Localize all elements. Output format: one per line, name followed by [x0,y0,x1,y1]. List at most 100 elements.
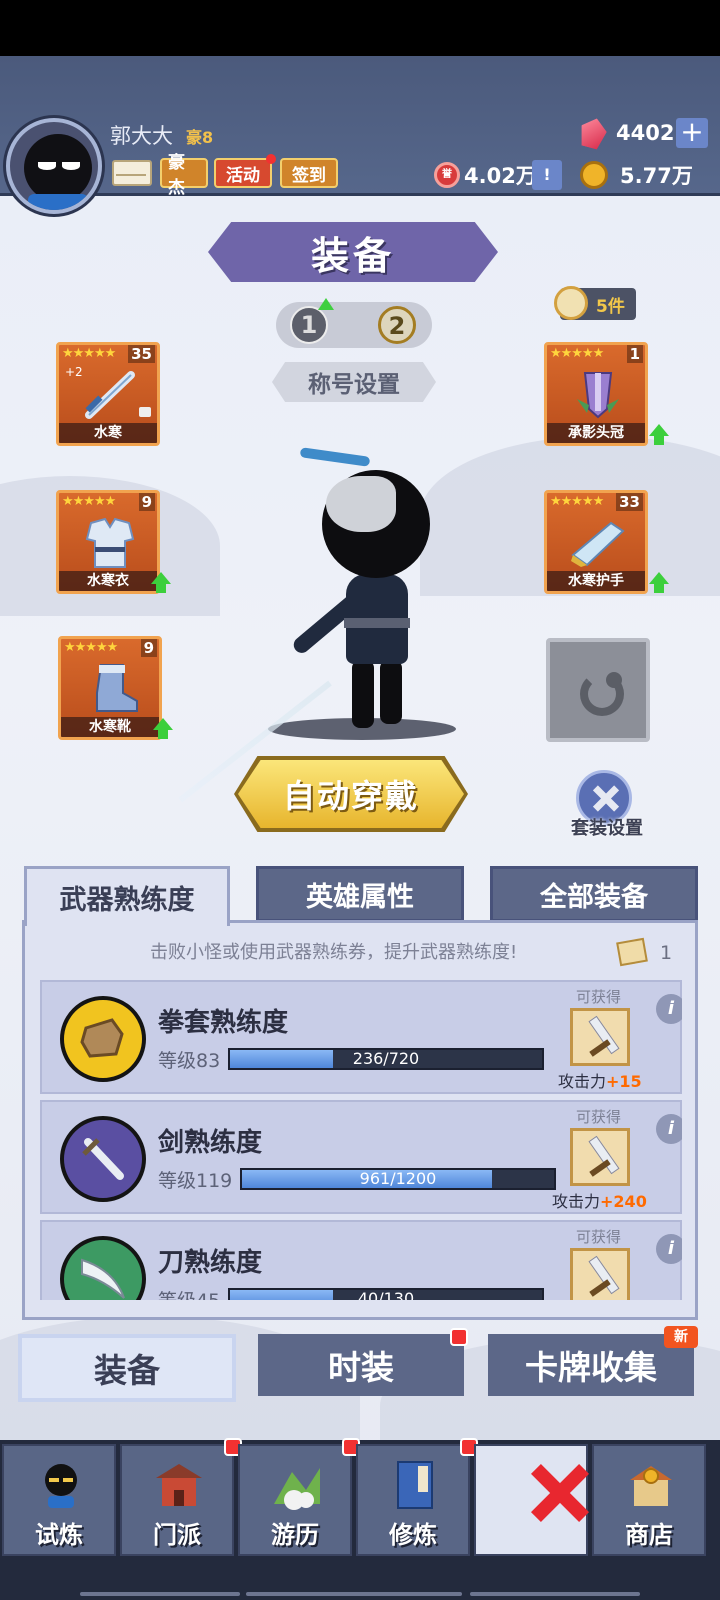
upgrade-arrow-icon [152,718,174,740]
tab-hero-attributes[interactable]: 英雄属性 [256,866,464,922]
set-count-badge[interactable]: 5件 [554,286,636,320]
progress-text: 236/720 [352,1049,420,1068]
list-item: 剑熟练度 等级119 961/1200 可获得 攻击力+240 i [40,1100,682,1214]
upgrade-arrow-icon [318,298,334,310]
checkin-button[interactable]: 签到 [280,158,338,188]
nav-close[interactable] [474,1444,588,1556]
proficiency-title: 剑熟练度 [158,1128,263,1158]
progress-text: 40/130 [357,1289,415,1300]
sword-icon [60,1116,146,1202]
coin-counter: 5.77万 [580,160,693,190]
nav-trial[interactable]: 试炼 [2,1444,116,1556]
equip-slot-armor[interactable]: ★★★★★ 9 水寒衣 [56,490,160,594]
progress-text: 961/1200 [359,1169,437,1188]
available-label: 可获得 [576,1108,622,1126]
close-icon [530,1462,590,1522]
mail-icon[interactable] [112,160,152,186]
available-label: 可获得 [576,988,622,1006]
item-name: 水寒靴 [61,717,159,737]
proficiency-list[interactable]: 拳套熟练度 等级83 236/720 可获得 攻击力+15 i 剑熟练度 等级1… [40,980,682,1300]
subtab-equipment[interactable]: 装备 [18,1334,236,1402]
mountain-icon [274,1468,320,1510]
upgrade-arrow-icon [648,424,670,446]
nav-travel[interactable]: 游历 [238,1444,352,1556]
gem-icon [577,115,610,151]
sword-icon [85,371,135,419]
set-settings-label[interactable]: 套装设置 [562,814,652,840]
nav-cultivate[interactable]: 修炼 [356,1444,470,1556]
boot-icon [96,664,138,712]
ticket-count: 1 [660,942,673,964]
tab-weapon-proficiency[interactable]: 武器熟练度 [24,866,230,926]
coin-amount: 5.77万 [620,164,693,188]
nav-label: 商店 [625,1521,673,1549]
list-item: 拳套熟练度 等级83 236/720 可获得 攻击力+15 i [40,980,682,1094]
ninja-icon [45,1464,77,1508]
vip-level: 豪8 [186,128,214,147]
page-title-banner: 装备 [208,222,498,282]
honor-amount: 4.02万 [464,164,537,188]
proficiency-ticket-icon [616,937,648,967]
auto-equip-button[interactable]: 自动穿戴 [238,760,464,828]
honor-icon: 誉 [434,162,460,188]
info-icon[interactable]: i [656,1114,682,1144]
equip-slot-empty[interactable] [546,638,650,742]
item-level: 9 [140,639,157,657]
star-rating: ★★★★★ [64,640,118,655]
list-item: 刀熟练度 等级45 40/130 可获得 i [40,1220,682,1300]
coin-icon [580,161,608,189]
equip-slot-weapon[interactable]: ★★★★★ 35 +2 水寒 [56,342,160,446]
reward-sword-icon[interactable] [570,1008,630,1066]
item-level: 9 [138,493,155,511]
reward-sword-icon[interactable] [570,1248,630,1300]
subtab-fashion[interactable]: 时装 [258,1334,464,1396]
avatar[interactable] [6,118,102,214]
equip-slot-helmet[interactable]: ★★★★★ 1 承影头冠 [544,342,648,446]
loadout-1-button[interactable]: 1 [290,306,328,344]
loadout-switcher: 1 2 [276,298,432,348]
events-button[interactable]: 活动 [214,158,272,188]
blade-icon [60,1236,146,1300]
upgrade-arrow-icon [150,572,172,594]
equip-slot-gloves[interactable]: ★★★★★ 33 水寒护手 [544,490,648,594]
star-rating: ★★★★★ [550,346,604,361]
progress-bar: 961/1200 [240,1168,556,1190]
honor-counter: 誉 4.02万 [434,160,537,190]
proficiency-title: 拳套熟练度 [158,1008,289,1038]
proficiency-level: 等级45 [158,1286,220,1300]
new-badge: 新 [664,1326,698,1348]
fashion-notification-dot [450,1328,468,1346]
add-gems-button[interactable]: + [676,118,708,148]
honor-info-button[interactable]: ! [532,160,562,190]
temple-icon [156,1464,202,1506]
available-label: 可获得 [576,1228,622,1246]
proficiency-level: 等级119 [158,1170,233,1192]
scroll-icon [554,286,588,320]
events-notification-dot [266,154,276,164]
star-rating: ★★★★★ [550,494,604,509]
auto-equip-label: 自动穿戴 [282,777,419,815]
nav-label: 门派 [153,1521,201,1549]
star-rating: ★★★★★ [62,494,116,509]
shop-icon [630,1466,672,1506]
bracer-icon [571,521,625,567]
title-settings-button[interactable]: 称号设置 [272,362,436,402]
upgrade-arrow-icon [648,572,670,594]
reward-sword-icon[interactable] [570,1128,630,1186]
nav-shop[interactable]: 商店 [592,1444,706,1556]
item-level: 33 [616,493,643,511]
info-icon[interactable]: i [656,1234,682,1264]
loadout-2-button[interactable]: 2 [378,306,416,344]
tab-all-equipment[interactable]: 全部装备 [490,866,698,922]
nav-label: 修炼 [389,1521,437,1549]
item-level: 1 [626,345,643,363]
item-name: 水寒护手 [547,571,645,591]
item-level: 35 [128,345,155,363]
nav-sect[interactable]: 门派 [120,1444,234,1556]
heroes-button[interactable]: 豪杰 [160,153,208,198]
crown-icon [577,372,619,419]
info-icon[interactable]: i [656,994,682,1024]
lock-icon [139,407,151,417]
gem-counter: 4402 [580,118,674,148]
equip-slot-boots[interactable]: ★★★★★ 9 水寒靴 [58,636,162,740]
